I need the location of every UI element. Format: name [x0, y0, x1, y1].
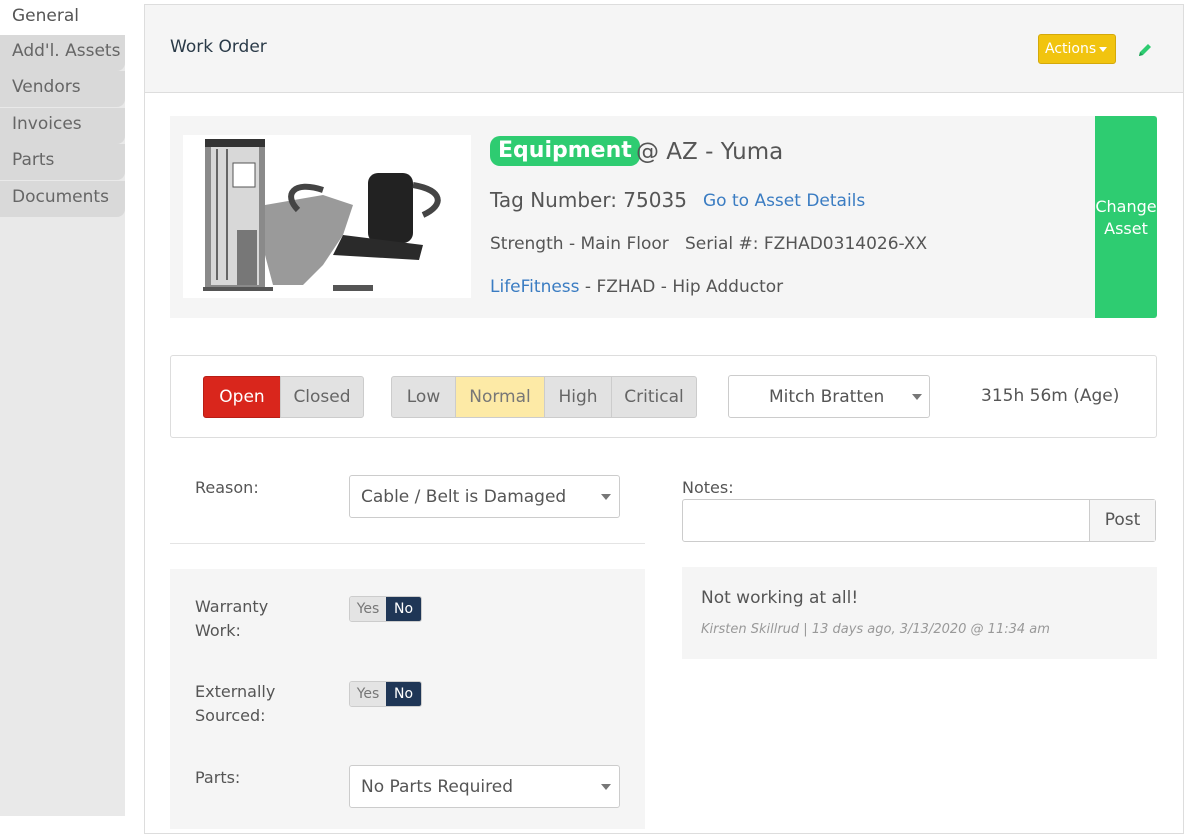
asset-details-link[interactable]: Go to Asset Details: [703, 191, 865, 211]
tab-general[interactable]: General: [0, 0, 137, 36]
divider: [170, 543, 645, 544]
parts-select[interactable]: No Parts Required: [349, 765, 620, 808]
brand-link[interactable]: LifeFitness: [490, 277, 580, 297]
asset-card: Equipment @ AZ - Yuma Tag Number: 75035 …: [170, 116, 1157, 318]
notes-field[interactable]: Post: [682, 499, 1156, 542]
actions-label: Actions: [1045, 41, 1097, 57]
caret-down-icon: [1099, 46, 1108, 52]
reason-value: Cable / Belt is Damaged: [361, 487, 567, 507]
chevron-down-icon: [912, 394, 922, 400]
equipment-photo: [183, 135, 471, 298]
assignee-select[interactable]: Mitch Bratten: [728, 375, 930, 418]
externally-sourced-label: Externally Sourced:: [195, 682, 276, 725]
status-bar: Open Closed Low Normal High Critical Mit…: [170, 355, 1157, 438]
reason-label: Reason:: [195, 478, 259, 497]
sidebar: General Add'l. Assets Vendors Invoices P…: [0, 0, 137, 816]
pencil-icon[interactable]: [1136, 41, 1154, 59]
state-open-button[interactable]: Open: [203, 376, 281, 418]
change-asset-button[interactable]: Change Asset: [1095, 116, 1157, 318]
priority-low-button[interactable]: Low: [391, 376, 456, 418]
post-button[interactable]: Post: [1089, 500, 1155, 541]
note-text: Not working at all!: [701, 588, 859, 608]
warranty-no-option[interactable]: No: [386, 597, 421, 621]
note-meta: Kirsten Skillrud | 13 days ago, 3/13/202…: [701, 622, 1050, 637]
assignee-value: Mitch Bratten: [769, 387, 885, 407]
chevron-down-icon: [601, 784, 611, 790]
note-entry: Not working at all! Kirsten Skillrud | 1…: [682, 567, 1157, 659]
age-indicator: 315h 56m (Age): [981, 386, 1120, 406]
model-text: - FZHAD - Hip Adductor: [584, 277, 784, 297]
panel-header: Work Order Actions: [145, 5, 1183, 93]
parts-value: No Parts Required: [361, 777, 514, 797]
page-title: Work Order: [170, 37, 267, 57]
serial-number: Serial #: FZHAD0314026-XX: [685, 234, 928, 254]
priority-high-button[interactable]: High: [544, 376, 612, 418]
warranty-toggle[interactable]: Yes No: [349, 596, 422, 622]
parts-label: Parts:: [195, 768, 241, 787]
tag-number: Tag Number: 75035: [490, 188, 687, 212]
warranty-yes-option[interactable]: Yes: [350, 597, 386, 621]
asset-area: Strength - Main Floor: [490, 234, 669, 254]
actions-button[interactable]: Actions: [1038, 34, 1116, 64]
externally-sourced-toggle[interactable]: Yes No: [349, 681, 422, 707]
category-badge: Equipment: [490, 136, 640, 166]
priority-critical-button[interactable]: Critical: [611, 376, 697, 418]
reason-select[interactable]: Cable / Belt is Damaged: [349, 475, 620, 518]
priority-normal-button[interactable]: Normal: [455, 376, 545, 418]
tab-additional-assets[interactable]: Add'l. Assets: [0, 35, 125, 71]
tab-parts[interactable]: Parts: [0, 144, 125, 180]
asset-brand-model: LifeFitness - FZHAD - Hip Adductor: [490, 277, 783, 297]
tab-documents[interactable]: Documents: [0, 181, 125, 217]
chevron-down-icon: [601, 494, 611, 500]
external-no-option[interactable]: No: [386, 682, 421, 706]
tab-invoices[interactable]: Invoices: [0, 108, 125, 144]
external-yes-option[interactable]: Yes: [350, 682, 386, 706]
state-closed-button[interactable]: Closed: [280, 376, 364, 418]
notes-label: Notes:: [682, 478, 734, 497]
asset-location: @ AZ - Yuma: [636, 139, 784, 165]
warranty-label: Warranty Work:: [195, 597, 269, 640]
tab-vendors[interactable]: Vendors: [0, 71, 125, 107]
